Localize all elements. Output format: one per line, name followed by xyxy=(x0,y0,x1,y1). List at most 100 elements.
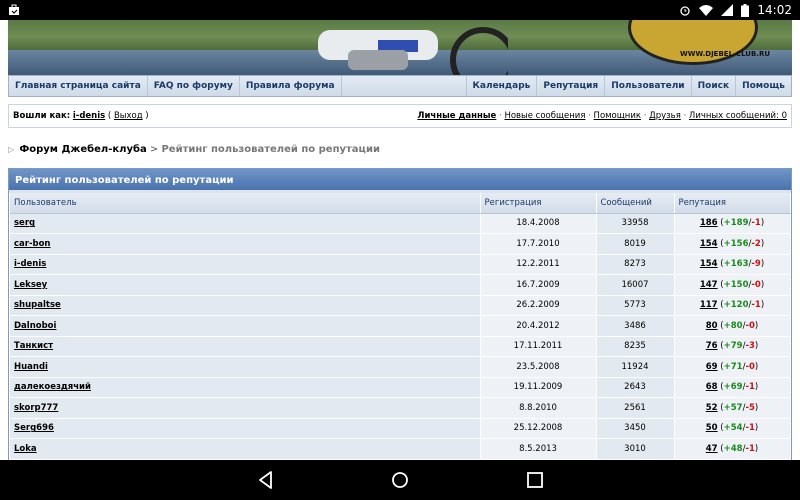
reputation-total-link[interactable]: 69 xyxy=(706,362,718,372)
user-profile-link[interactable]: Serg696 xyxy=(14,423,54,433)
clock: 14:02 xyxy=(757,3,792,17)
reputation-total-link[interactable]: 47 xyxy=(706,444,718,454)
cell-reputation: 76 (+79/-3) xyxy=(674,336,791,357)
reputation-plus: +69 xyxy=(723,382,743,393)
reputation-minus: -0 xyxy=(745,361,755,372)
private-messages-link[interactable]: Личных сообщений: 0 xyxy=(689,111,787,121)
reputation-total-link[interactable]: 186 xyxy=(700,218,718,228)
friends-link[interactable]: Друзья xyxy=(649,111,681,121)
user-profile-link[interactable]: skorp777 xyxy=(14,403,58,413)
cell-reputation: 147 (+150/-0) xyxy=(674,274,791,296)
reputation-total-link[interactable]: 52 xyxy=(706,403,718,413)
reputation-minus: -9 xyxy=(751,259,761,270)
reputation-plus: +189 xyxy=(723,218,749,229)
helper-link[interactable]: Помощник xyxy=(594,111,641,121)
reputation-total-link[interactable]: 50 xyxy=(706,423,718,433)
bag-icon xyxy=(9,4,19,15)
cell-registration: 25.12.2008 xyxy=(480,418,597,439)
nav-faq-link[interactable]: FAQ по форуму xyxy=(148,76,240,96)
new-posts-link[interactable]: Новые сообщения xyxy=(504,111,585,121)
nav-users-link[interactable]: Пользователи xyxy=(604,76,690,96)
reputation-plus: +54 xyxy=(723,423,743,434)
breadcrumb-current: Рейтинг пользователей по репутации xyxy=(161,144,380,155)
cell-user: car-bon xyxy=(10,233,481,255)
nav-rules-link[interactable]: Правила форума xyxy=(240,76,342,96)
cell-user: Loka xyxy=(10,438,481,460)
cell-posts: 5773 xyxy=(596,295,675,316)
reputation-minus: -3 xyxy=(745,341,755,352)
breadcrumb-forum-link[interactable]: Форум Джебел-клуба xyxy=(19,144,146,155)
nav-home-link[interactable]: Главная страница сайта xyxy=(9,76,148,96)
reputation-minus: -1 xyxy=(745,423,755,434)
reputation-total-link[interactable]: 147 xyxy=(700,280,718,290)
user-bar: Вошли как: i-denis ( Выход ) Личные данн… xyxy=(8,104,792,128)
reputation-plus: +79 xyxy=(723,341,743,352)
user-profile-link[interactable]: Loka xyxy=(14,444,37,454)
back-icon[interactable] xyxy=(256,470,276,490)
panel-title: Рейтинг пользователей по репутации xyxy=(9,169,791,193)
nav-help-link[interactable]: Помощь xyxy=(735,76,791,96)
cell-user: shupaltse xyxy=(10,295,481,316)
user-links: Личные данные · Новые сообщения · Помощн… xyxy=(417,111,787,121)
reputation-plus: +48 xyxy=(723,443,743,454)
col-header-posts[interactable]: Сообщений xyxy=(596,193,675,214)
user-profile-link[interactable]: shupaltse xyxy=(14,300,61,310)
web-page: WWW.DJEBEL-CLUB.RU Главная страница сайт… xyxy=(0,20,800,460)
reputation-minus: -1 xyxy=(751,218,761,229)
cell-registration: 20.4.2012 xyxy=(480,315,597,337)
cell-user: далекоездячий xyxy=(10,377,481,398)
profile-link[interactable]: Личные данные xyxy=(417,111,496,121)
cell-reputation: 186 (+189/-1) xyxy=(674,213,791,234)
reputation-minus: -0 xyxy=(745,320,755,331)
nav-right-group: Календарь Репутация Пользователи Поиск П… xyxy=(465,76,791,96)
recents-icon[interactable] xyxy=(525,470,545,490)
user-profile-link[interactable]: i-denis xyxy=(14,259,46,269)
cell-posts: 3450 xyxy=(596,418,675,439)
col-header-registration[interactable]: Регистрация xyxy=(480,193,597,214)
reputation-minus: -5 xyxy=(745,402,755,413)
cell-posts: 11924 xyxy=(596,356,675,378)
reputation-total-link[interactable]: 80 xyxy=(706,321,718,331)
reputation-total-link[interactable]: 68 xyxy=(706,382,718,392)
battery-icon xyxy=(741,3,750,17)
reputation-minus: -0 xyxy=(751,279,761,290)
user-profile-link[interactable]: Танкист xyxy=(14,341,53,351)
user-profile-link[interactable]: Leksey xyxy=(14,280,47,290)
user-profile-link[interactable]: car-bon xyxy=(14,239,50,249)
reputation-minus: -2 xyxy=(751,238,761,249)
forum-banner: WWW.DJEBEL-CLUB.RU xyxy=(8,20,792,75)
club-logo-text: WWW.DJEBEL-CLUB.RU xyxy=(680,50,771,58)
nav-calendar-link[interactable]: Календарь xyxy=(465,76,537,96)
reputation-plus: +150 xyxy=(723,279,749,290)
reputation-plus: +71 xyxy=(723,361,743,372)
reputation-total-link[interactable]: 76 xyxy=(706,341,718,351)
user-profile-link[interactable]: serg xyxy=(14,218,35,228)
table-row: далекоездячий 19.11.2009 2643 68 (+69/-1) xyxy=(10,377,791,398)
user-profile-link[interactable]: далекоездячий xyxy=(14,382,91,392)
reputation-minus: -1 xyxy=(751,300,761,311)
home-icon[interactable] xyxy=(390,470,410,490)
reputation-total-link[interactable]: 154 xyxy=(700,239,718,249)
reputation-table: Пользователь Регистрация Сообщений Репут… xyxy=(10,193,791,460)
reputation-total-link[interactable]: 117 xyxy=(700,300,718,310)
user-profile-link[interactable]: Dalnoboi xyxy=(14,321,56,331)
current-username-link[interactable]: i-denis xyxy=(73,111,105,121)
cell-posts: 16007 xyxy=(596,274,675,296)
nav-search-link[interactable]: Поиск xyxy=(690,76,735,96)
logout-link[interactable]: Выход xyxy=(114,111,143,121)
user-profile-link[interactable]: Huandi xyxy=(14,362,48,372)
cell-posts: 2561 xyxy=(596,397,675,419)
reputation-minus: -1 xyxy=(745,382,755,393)
cell-user: serg xyxy=(10,213,481,234)
col-header-user[interactable]: Пользователь xyxy=(10,193,481,214)
wifi-icon xyxy=(699,5,714,16)
cell-registration: 18.4.2008 xyxy=(480,213,597,234)
cell-registration: 19.11.2009 xyxy=(480,377,597,398)
table-row: shupaltse 26.2.2009 5773 117 (+120/-1) xyxy=(10,295,791,316)
reputation-total-link[interactable]: 154 xyxy=(700,259,718,269)
table-row: Dalnoboi 20.4.2012 3486 80 (+80/-0) xyxy=(10,315,791,337)
cell-user: Serg696 xyxy=(10,418,481,439)
table-row: Serg696 25.12.2008 3450 50 (+54/-1) xyxy=(10,418,791,439)
nav-reputation-link[interactable]: Репутация xyxy=(536,76,604,96)
col-header-reputation[interactable]: Репутация xyxy=(674,193,791,214)
